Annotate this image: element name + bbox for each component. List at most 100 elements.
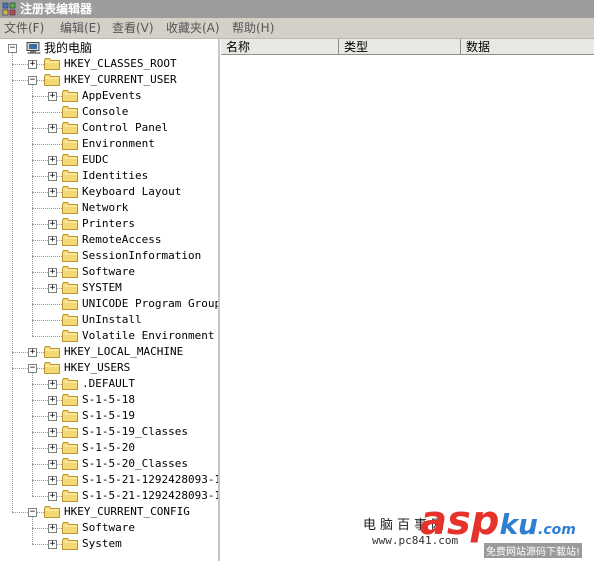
expand-icon[interactable]: + <box>48 236 57 245</box>
tree-node-uninstall[interactable]: UnInstall <box>0 312 218 328</box>
tree-node-label: Software <box>82 265 135 278</box>
folder-icon <box>62 474 78 486</box>
folder-icon <box>62 490 78 502</box>
tree-node-label: Volatile Environment <box>82 329 215 342</box>
folder-icon <box>62 410 78 422</box>
tree-node-s-1-5-19[interactable]: + S-1-5-19 <box>0 408 218 424</box>
tree-node-s-1-5-21-b[interactable]: + S-1-5-21-1292428093-11 <box>0 488 218 504</box>
tree-node-sessioninformation[interactable]: SessionInformation <box>0 248 218 264</box>
expand-icon[interactable]: + <box>48 540 57 549</box>
expand-icon[interactable]: + <box>48 380 57 389</box>
tree-node-console[interactable]: Console <box>0 104 218 120</box>
tree-node-environment[interactable]: Environment <box>0 136 218 152</box>
menu-help[interactable]: 帮助(H) <box>232 18 274 38</box>
expand-icon[interactable]: + <box>48 156 57 165</box>
tree-node-appevents[interactable]: + AppEvents <box>0 88 218 104</box>
tree-node-my-computer[interactable]: − 我的电脑 <box>0 40 218 56</box>
expand-icon[interactable]: + <box>48 396 57 405</box>
expand-icon[interactable]: + <box>48 92 57 101</box>
registry-tree[interactable]: − 我的电脑 + HKEY_CLASSES_ROOT − HKEY_CURRENT_USE… <box>0 39 220 561</box>
tree-node-software[interactable]: + Software <box>0 264 218 280</box>
menu-edit[interactable]: 编辑(E) <box>60 18 101 38</box>
tree-node-label: S-1-5-19 <box>82 409 135 422</box>
column-type-header[interactable]: 类型 <box>339 39 461 55</box>
expand-icon[interactable]: + <box>48 460 57 469</box>
tree-node-remoteaccess[interactable]: + RemoteAccess <box>0 232 218 248</box>
menu-favorites[interactable]: 收藏夹(A) <box>166 18 220 38</box>
tree-node-label: EUDC <box>82 153 109 166</box>
folder-icon <box>62 170 78 182</box>
tree-node-hku[interactable]: − HKEY_USERS <box>0 360 218 376</box>
folder-icon <box>62 202 78 214</box>
title-bar: 注册表编辑器 <box>0 0 594 18</box>
tree-node-s-1-5-20-classes[interactable]: + S-1-5-20_Classes <box>0 456 218 472</box>
tree-node-system[interactable]: + SYSTEM <box>0 280 218 296</box>
expand-icon[interactable]: + <box>48 268 57 277</box>
tree-node-control-panel[interactable]: + Control Panel <box>0 120 218 136</box>
tree-node-s-1-5-21-a[interactable]: + S-1-5-21-1292428093-11 <box>0 472 218 488</box>
tree-node-label: Network <box>82 201 129 214</box>
tree-node-s-1-5-19-classes[interactable]: + S-1-5-19_Classes <box>0 424 218 440</box>
collapse-icon[interactable]: − <box>8 44 17 53</box>
tree-node-volatile-environment[interactable]: Volatile Environment <box>0 328 218 344</box>
tree-node-hkcr[interactable]: + HKEY_CLASSES_ROOT <box>0 56 218 72</box>
folder-icon <box>62 138 78 150</box>
collapse-icon[interactable]: − <box>28 364 37 373</box>
tree-node-keyboard-layout[interactable]: + Keyboard Layout <box>0 184 218 200</box>
tree-node-unicode-program-groups[interactable]: UNICODE Program Groups <box>0 296 218 312</box>
tree-node-label: S-1-5-21-1292428093-11 <box>82 473 220 486</box>
tree-node-hkcc-system[interactable]: + System <box>0 536 218 552</box>
expand-icon[interactable]: + <box>48 172 57 181</box>
tree-node-label: Identities <box>82 169 149 182</box>
folder-icon <box>62 394 78 406</box>
expand-icon[interactable]: + <box>28 60 37 69</box>
tree-node-label: UNICODE Program Groups <box>82 297 220 310</box>
expand-icon[interactable]: + <box>48 444 57 453</box>
tree-node-label: SessionInformation <box>82 249 202 262</box>
column-data-header[interactable]: 数据 <box>461 39 594 55</box>
tree-node-hklm[interactable]: + HKEY_LOCAL_MACHINE <box>0 344 218 360</box>
tree-node-hkcc[interactable]: − HKEY_CURRENT_CONFIG <box>0 504 218 520</box>
folder-icon <box>44 58 60 70</box>
expand-icon[interactable]: + <box>48 124 57 133</box>
menu-bar: 文件(F) 编辑(E) 查看(V) 收藏夹(A) 帮助(H) <box>0 18 594 39</box>
folder-icon <box>62 282 78 294</box>
collapse-icon[interactable]: − <box>28 508 37 517</box>
expand-icon[interactable]: + <box>28 348 37 357</box>
tree-node-label: HKEY_CURRENT_CONFIG <box>64 505 190 518</box>
folder-icon <box>62 186 78 198</box>
collapse-icon[interactable]: − <box>28 76 37 85</box>
tree-node-label: S-1-5-20 <box>82 441 135 454</box>
menu-view[interactable]: 查看(V) <box>112 18 154 38</box>
tree-node-label: HKEY_CURRENT_USER <box>64 73 177 86</box>
expand-icon[interactable]: + <box>48 428 57 437</box>
folder-icon <box>62 90 78 102</box>
expand-icon[interactable]: + <box>48 284 57 293</box>
tree-node-hkcu[interactable]: − HKEY_CURRENT_USER <box>0 72 218 88</box>
tree-node-eudc[interactable]: + EUDC <box>0 152 218 168</box>
tree-node-network[interactable]: Network <box>0 200 218 216</box>
expand-icon[interactable]: + <box>48 476 57 485</box>
tree-node-printers[interactable]: + Printers <box>0 216 218 232</box>
expand-icon[interactable]: + <box>48 524 57 533</box>
tree-node-identities[interactable]: + Identities <box>0 168 218 184</box>
menu-file[interactable]: 文件(F) <box>4 18 44 38</box>
expand-icon[interactable]: + <box>48 220 57 229</box>
tree-node-default[interactable]: + .DEFAULT <box>0 376 218 392</box>
tree-node-s-1-5-18[interactable]: + S-1-5-18 <box>0 392 218 408</box>
value-list[interactable]: 名称 类型 数据 <box>221 39 594 561</box>
folder-icon <box>62 378 78 390</box>
column-name-header[interactable]: 名称 <box>221 39 339 55</box>
folder-icon <box>62 154 78 166</box>
expand-icon[interactable]: + <box>48 412 57 421</box>
expand-icon[interactable]: + <box>48 188 57 197</box>
tree-node-hkcc-software[interactable]: + Software <box>0 520 218 536</box>
expand-icon[interactable]: + <box>48 492 57 501</box>
folder-icon <box>62 122 78 134</box>
watermark-logo: aspku.com <box>420 498 576 544</box>
logo-ku: ku <box>499 508 538 541</box>
tree-node-label: HKEY_LOCAL_MACHINE <box>64 345 184 358</box>
tree-node-label: S-1-5-19_Classes <box>82 425 188 438</box>
tree-node-s-1-5-20[interactable]: + S-1-5-20 <box>0 440 218 456</box>
folder-icon <box>62 314 78 326</box>
